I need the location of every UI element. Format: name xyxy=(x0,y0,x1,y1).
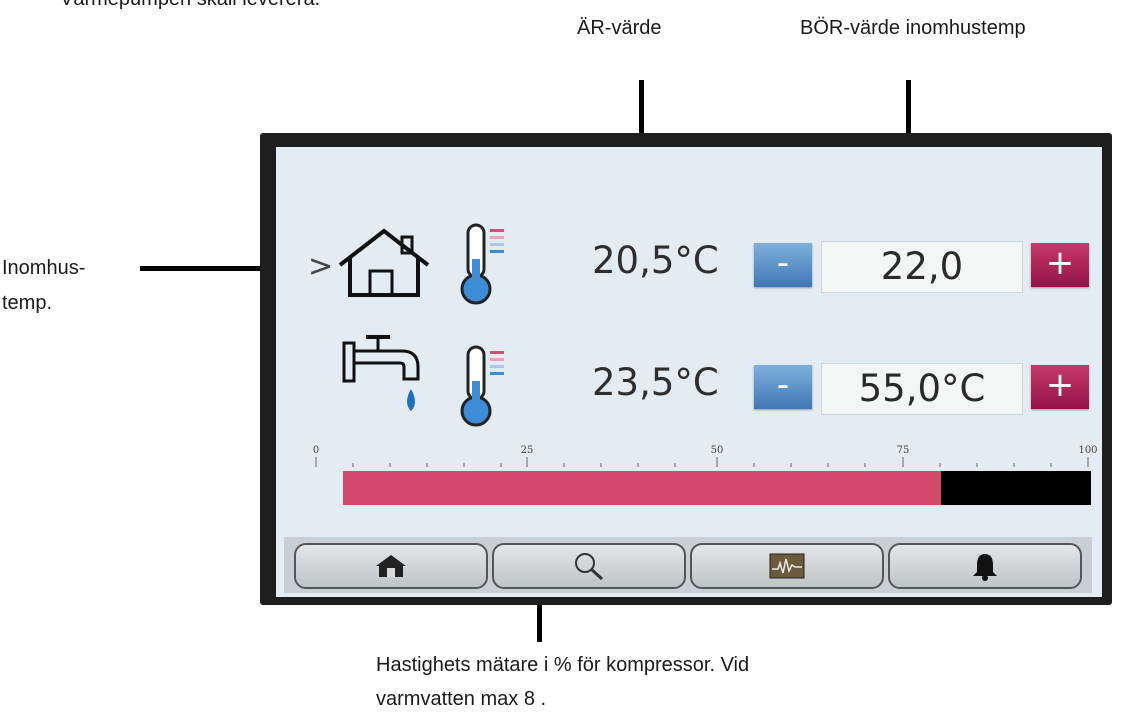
gauge-tick-0: 0 xyxy=(312,445,320,456)
top-left-caption-fragment: Värmepumpen skall leverera. xyxy=(60,0,320,11)
nav-graph-button[interactable] xyxy=(690,543,884,589)
gauge-note-line2: varmvatten max 8 . xyxy=(376,688,547,710)
indoor-temp-annotation-line2: temp. xyxy=(2,292,53,314)
hotwater-setpoint-decrease-button[interactable]: - xyxy=(754,365,812,409)
home-icon xyxy=(376,555,406,577)
indoor-actual-value: 20,5°C xyxy=(592,239,719,282)
device-screen: > 20,5°C - 22,0 + 23,5°C - 55,0°C + 0 25… xyxy=(276,147,1102,597)
hotwater-setpoint-field[interactable]: 55,0°C xyxy=(821,363,1023,415)
gauge-tick-100: 100 xyxy=(1078,445,1098,456)
bor-value-annotation: BÖR-värde inomhustemp xyxy=(800,17,1026,39)
hotwater-actual-value: 23,5°C xyxy=(592,361,719,404)
gauge-tick-marks xyxy=(315,457,1089,467)
thermometer-icon xyxy=(460,223,504,305)
nav-home-button[interactable] xyxy=(294,543,488,589)
search-icon xyxy=(575,553,604,581)
gauge-tick-75: 75 xyxy=(896,445,910,456)
compressor-speed-gauge xyxy=(343,471,1091,505)
hotwater-setpoint-increase-button[interactable]: + xyxy=(1031,365,1089,409)
nav-search-button[interactable] xyxy=(492,543,686,589)
gauge-tick-50: 50 xyxy=(710,445,724,456)
bottom-nav xyxy=(284,537,1092,593)
indoor-setpoint-field[interactable]: 22,0 xyxy=(821,241,1023,293)
gauge-note-line1: Hastighets mätare i % för kompressor. Vi… xyxy=(376,654,750,676)
indoor-setpoint-decrease-button[interactable]: - xyxy=(754,243,812,287)
gauge-tick-25: 25 xyxy=(520,445,534,456)
indoor-setpoint-increase-button[interactable]: + xyxy=(1031,243,1089,287)
nav-alarm-button[interactable] xyxy=(888,543,1082,589)
selection-marker: > xyxy=(308,249,334,284)
bell-icon xyxy=(973,554,997,581)
graph-icon xyxy=(769,553,805,579)
ar-value-annotation: ÄR-värde xyxy=(577,17,662,39)
water-tap-icon[interactable] xyxy=(342,331,434,421)
house-icon[interactable] xyxy=(336,227,432,299)
indoor-temp-annotation-line1: Inomhus- xyxy=(2,257,86,279)
thermometer-icon xyxy=(460,345,504,427)
compressor-speed-gauge-fill xyxy=(343,471,942,505)
